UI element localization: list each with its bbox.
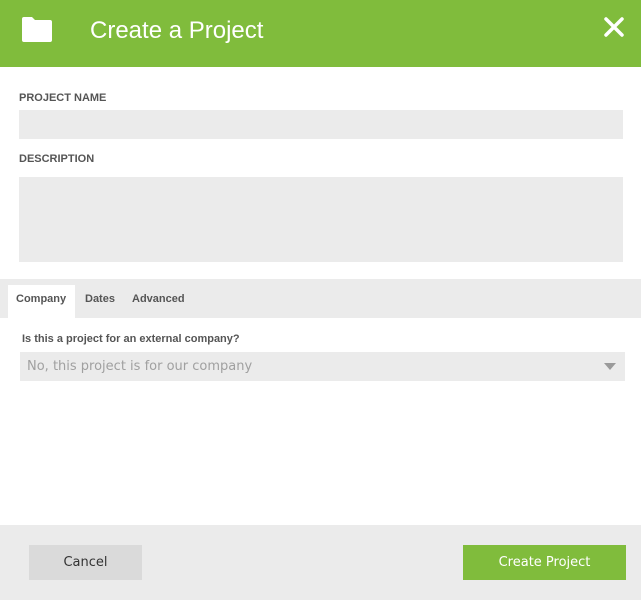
project-name-input[interactable] [19,110,623,139]
cancel-button[interactable]: Cancel [29,545,142,580]
description-textarea[interactable] [19,177,623,262]
tab-bar: Company Dates Advanced [0,279,641,318]
external-company-question: Is this a project for an external compan… [22,333,240,345]
dialog-title: Create a Project [90,17,264,44]
close-icon[interactable] [601,14,627,40]
dialog-footer: Cancel Create Project [0,525,641,600]
tab-dates[interactable]: Dates [85,285,115,318]
create-project-button[interactable]: Create Project [463,545,626,580]
project-name-label: PROJECT NAME [19,92,107,104]
folder-icon [22,17,52,42]
description-label: DESCRIPTION [19,153,95,165]
tab-advanced[interactable]: Advanced [132,285,185,318]
chevron-down-icon [604,363,616,370]
tab-company[interactable]: Company [8,285,75,318]
dialog-header: Create a Project [0,0,641,67]
external-company-select-value: No, this project is for our company [27,359,253,374]
external-company-select[interactable]: No, this project is for our company [20,352,625,381]
